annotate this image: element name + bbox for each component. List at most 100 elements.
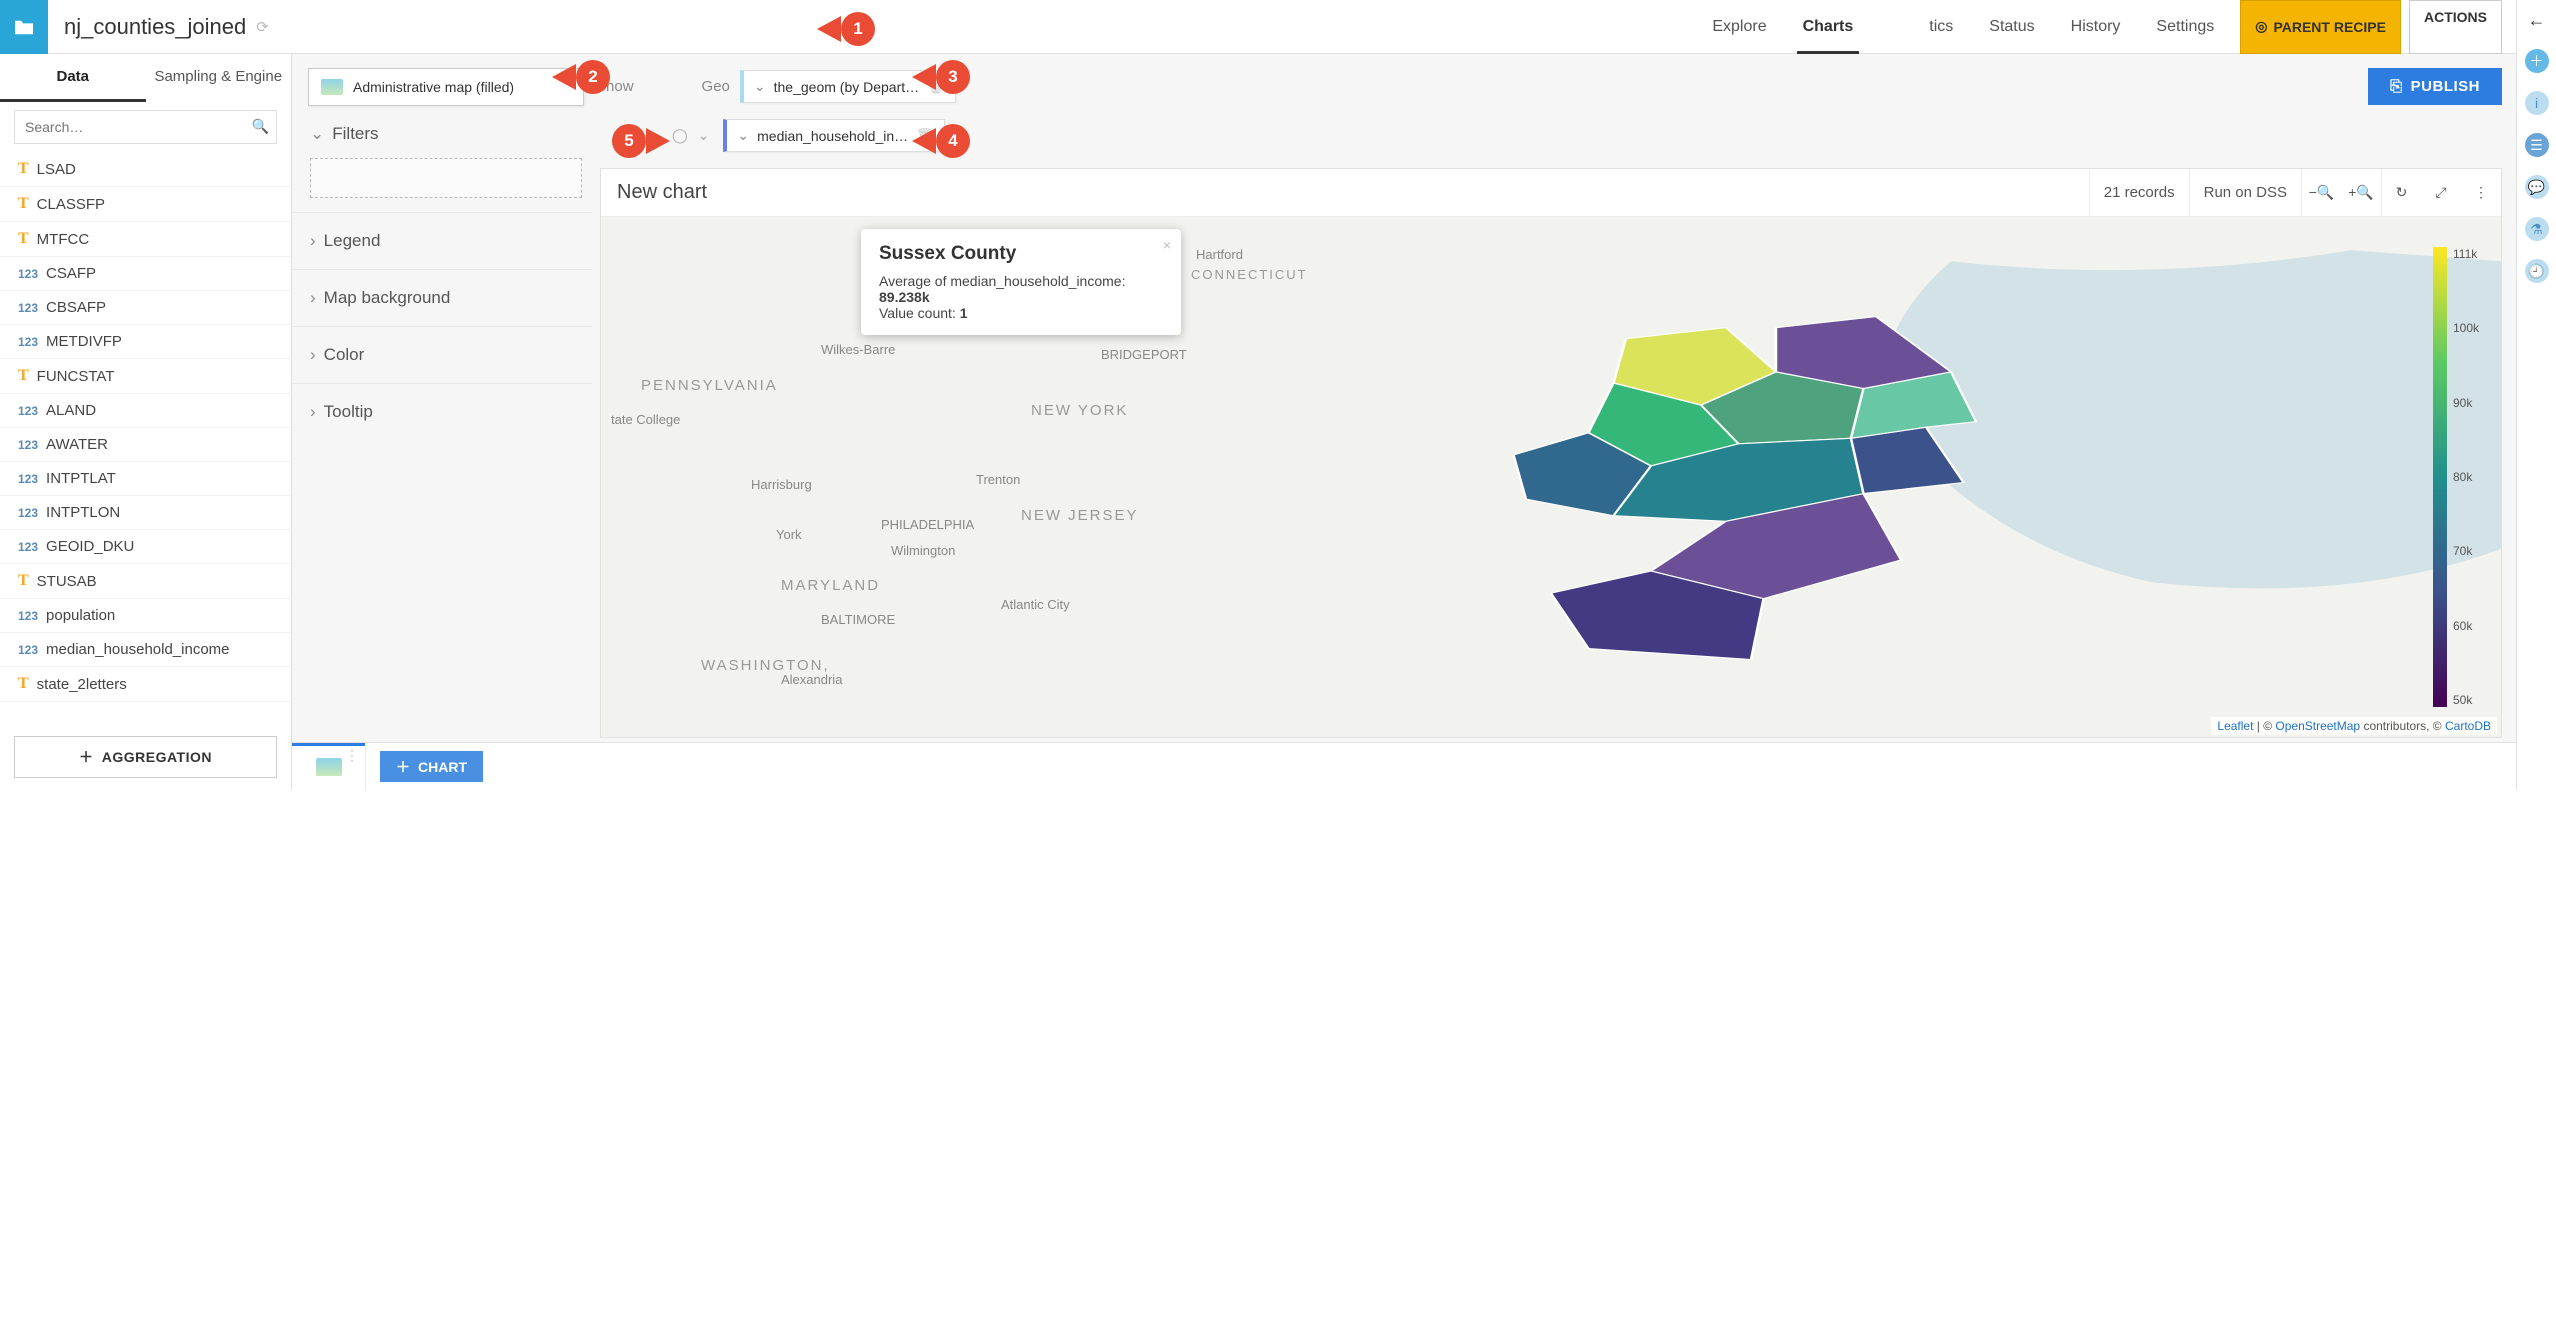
chart-tabs-bar: ⋮ ＋ CHART — [292, 742, 2516, 790]
column-name: GEOID_DKU — [46, 538, 134, 555]
fullscreen-icon[interactable]: ⤢ — [2421, 170, 2461, 216]
section-label: Tooltip — [324, 402, 373, 422]
back-icon[interactable]: ← — [2528, 10, 2546, 31]
chart-type-selector[interactable]: Administrative map (filled) — [308, 68, 584, 106]
tab-settings[interactable]: Settings — [2138, 0, 2232, 54]
project-folder-button[interactable] — [0, 0, 48, 54]
filter-drop-zone[interactable] — [310, 158, 582, 198]
column-item[interactable]: 123ALAND — [0, 394, 291, 428]
refresh-chart-icon[interactable]: ↻ — [2381, 170, 2421, 216]
column-item[interactable]: 123CBSAFP — [0, 291, 291, 325]
column-item[interactable]: 123AWATER — [0, 428, 291, 462]
column-list[interactable]: TLSADTCLASSFPTMTFCC 123 CSAFP 123CBSAFP123M… — [0, 152, 291, 724]
text-type-icon: T — [18, 195, 29, 213]
text-type-icon: T — [18, 230, 29, 248]
section-label: Filters — [332, 124, 378, 144]
chevron-right-icon: › — [310, 402, 316, 422]
chart-type-label: Administrative map (filled) — [353, 79, 514, 95]
info-icon[interactable]: i — [2525, 91, 2549, 115]
value-column-chip[interactable]: ⌄ median_household_in… 🗑 — [723, 119, 945, 152]
column-item[interactable]: 123INTPTLON — [0, 496, 291, 530]
column-item[interactable]: TCLASSFP — [0, 187, 291, 222]
column-item[interactable]: 123population — [0, 599, 291, 633]
geo-column-chip[interactable]: ⌄ the_geom (by Depart… 🗑 — [740, 70, 956, 103]
add-chart-button[interactable]: ＋ CHART — [380, 751, 483, 782]
chevron-down-icon[interactable]: ⌄ — [698, 127, 710, 144]
dataset-title-text: nj_counties_joined — [64, 14, 246, 40]
text-type-icon: T — [18, 367, 29, 385]
section-tooltip[interactable]: › Tooltip — [308, 388, 584, 432]
column-name: population — [46, 607, 115, 624]
refresh-icon[interactable]: ⟳ — [256, 18, 269, 36]
trash-icon[interactable]: 🗑 — [916, 127, 934, 144]
clock-icon[interactable]: 🕘 — [2525, 259, 2549, 283]
column-name: state_2letters — [37, 676, 127, 693]
column-item[interactable]: 123 CSAFP — [0, 257, 291, 291]
divider — [292, 326, 592, 327]
actions-button[interactable]: ACTIONS — [2409, 0, 2502, 54]
number-type-icon: 123 — [18, 472, 38, 486]
aggregation-button[interactable]: ＋ AGGREGATION — [14, 736, 277, 778]
column-item[interactable]: Tstate_2letters — [0, 667, 291, 702]
run-on-selector[interactable]: Run on DSS — [2189, 170, 2301, 216]
search-icon: 🔍 — [252, 118, 269, 135]
tab-charts[interactable]: Charts — [1785, 0, 1872, 54]
color-legend: 111k100k90k80k70k60k50k — [2433, 247, 2483, 707]
number-type-icon: 123 — [18, 335, 38, 349]
publish-button[interactable]: ⎘ PUBLISH — [2368, 68, 2502, 105]
number-type-icon: 123 — [18, 301, 38, 315]
section-filters[interactable]: ⌄Filters — [308, 110, 584, 154]
text-type-icon: T — [18, 675, 29, 693]
comment-icon[interactable]: 💬 — [2525, 175, 2549, 199]
chart-header: New chart 21 records Run on DSS −🔍 +🔍 ↻ … — [601, 169, 2501, 217]
legend-tick: 111k — [2453, 247, 2479, 261]
sidebar-tab-sampling[interactable]: Sampling & Engine — [146, 54, 292, 102]
column-search-input[interactable] — [14, 110, 277, 144]
column-item[interactable]: TFUNCSTAT — [0, 359, 291, 394]
column-item[interactable]: TSTUSAB — [0, 564, 291, 599]
sidebar-tab-data[interactable]: Data — [0, 54, 146, 102]
map-thumb-icon — [316, 758, 342, 776]
zoom-out-icon[interactable]: −🔍 — [2301, 170, 2341, 216]
column-item[interactable]: TMTFCC — [0, 222, 291, 257]
legend-tick: 100k — [2453, 321, 2479, 335]
tab-explore[interactable]: Explore — [1694, 0, 1784, 54]
tab-status[interactable]: Status — [1971, 0, 2052, 54]
aggregation-label: AGGREGATION — [102, 749, 212, 765]
lab-icon[interactable]: ⚗ — [2525, 217, 2549, 241]
chart-title[interactable]: New chart — [601, 169, 723, 216]
column-name: CSAFP — [46, 265, 96, 282]
column-item[interactable]: TLSAD — [0, 152, 291, 187]
chart-thumbnail[interactable]: ⋮ — [292, 743, 366, 790]
column-item[interactable]: 123GEOID_DKU — [0, 530, 291, 564]
osm-link[interactable]: OpenStreetMap — [2275, 719, 2360, 733]
map-area[interactable]: PENNSYLVANIA MARYLAND WASHINGTON, NEW JE… — [601, 217, 2501, 737]
number-type-icon: 123 — [18, 267, 38, 281]
more-icon[interactable]: ⋮ — [345, 747, 359, 764]
trash-icon[interactable]: 🗑 — [927, 78, 945, 95]
section-legend[interactable]: ›Legend — [308, 217, 584, 261]
zoom-in-icon[interactable]: +🔍 — [2341, 170, 2381, 216]
close-icon[interactable]: × — [1163, 237, 1171, 253]
list-icon[interactable]: ☰ — [2525, 133, 2549, 157]
tab-analytics[interactable]: tics — [1871, 0, 1971, 54]
more-icon[interactable]: ⋮ — [2461, 170, 2501, 216]
divider — [292, 269, 592, 270]
palette-icon[interactable]: ◯ — [672, 127, 688, 144]
divider — [292, 212, 592, 213]
section-map-background[interactable]: ›Map background — [308, 274, 584, 318]
carto-link[interactable]: CartoDB — [2445, 719, 2491, 733]
parent-recipe-button[interactable]: ◎ PARENT RECIPE — [2240, 0, 2401, 54]
column-item[interactable]: 123median_household_income — [0, 633, 291, 667]
column-item[interactable]: 123METDIVFP — [0, 325, 291, 359]
tab-history[interactable]: History — [2053, 0, 2139, 54]
section-color[interactable]: ›Color — [308, 331, 584, 375]
add-icon[interactable]: ＋ — [2525, 49, 2549, 73]
leaflet-link[interactable]: Leaflet — [2217, 719, 2253, 733]
top-nav: nj_counties_joined ⟳ Explore Charts tics… — [0, 0, 2516, 54]
legend-gradient — [2433, 247, 2447, 707]
dataset-title: nj_counties_joined ⟳ — [48, 14, 285, 40]
column-item[interactable]: 123INTPTLAT — [0, 462, 291, 496]
section-label: Color — [324, 345, 365, 365]
chevron-right-icon: › — [310, 288, 316, 308]
